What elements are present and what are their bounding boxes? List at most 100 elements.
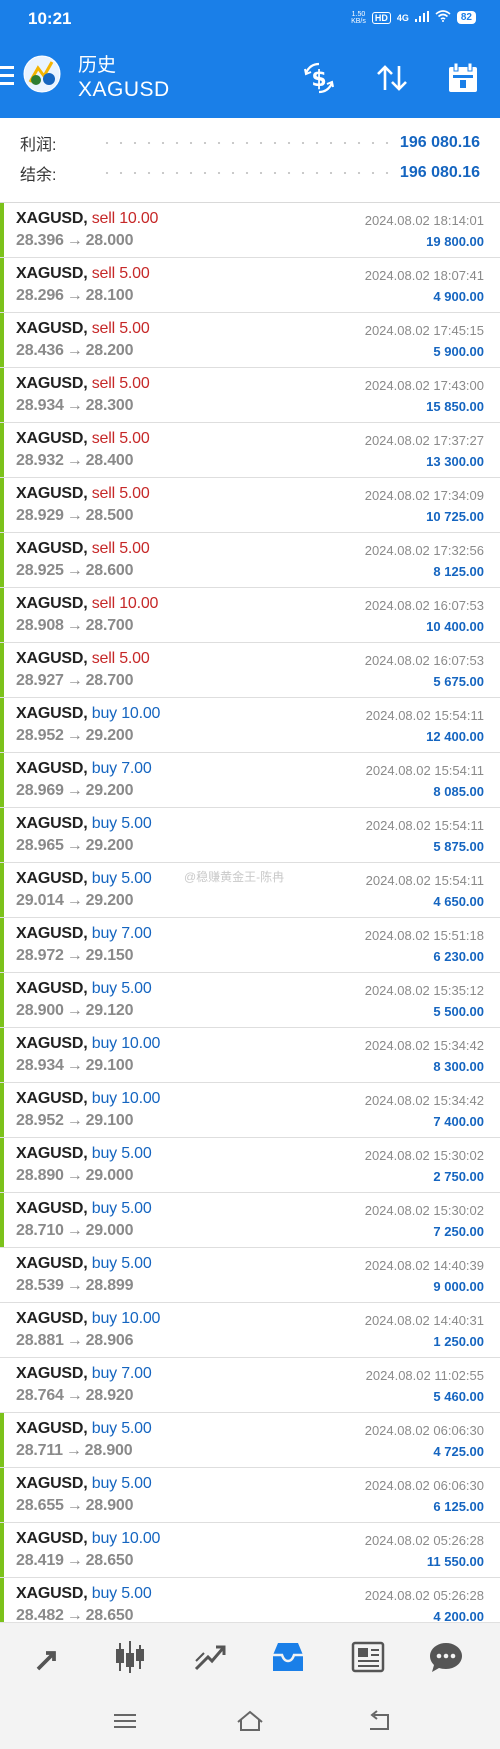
trade-side: buy 10.00 [92,705,161,722]
trade-row[interactable]: XAGUSD, buy 5.00 28.710 → 29.000 2024.08.02 … [0,1193,500,1248]
trade-lots: 5.00 [119,540,150,557]
trade-lots: 7.00 [121,925,152,942]
trade-symbol: XAGUSD, [16,1365,88,1382]
trade-prices: 28.969 → 29.200 [16,782,134,800]
trade-row[interactable]: XAGUSD, sell 5.00 28.932 → 28.400 2024.08.02… [0,423,500,478]
arrow-right-icon: → [66,837,83,854]
status-marker [0,423,4,477]
trade-row[interactable]: XAGUSD, buy 5.00 28.900 → 29.120 2024.08.02 … [0,973,500,1028]
trade-lots: 5.00 [119,265,150,282]
trade-row[interactable]: XAGUSD, sell 10.00 28.908 → 28.700 2024.08.0… [0,588,500,643]
open-price: 28.396 [16,232,64,249]
currency-exchange-icon[interactable]: $ [299,58,339,98]
trade-profit: 5 460.00 [433,1389,484,1404]
trade-type: buy [91,1200,117,1217]
wifi-icon [435,10,451,25]
trade-time: 2024.08.02 15:34:42 [364,1038,484,1053]
trade-lots: 5.00 [121,1200,152,1217]
trade-lots: 5.00 [121,1475,152,1492]
arrow-right-icon: → [66,507,83,524]
trade-symbol: XAGUSD, [16,1310,88,1327]
status-marker [0,808,4,862]
trade-row[interactable]: XAGUSD, buy 5.00 28.655 → 28.900 2024.08.02 … [0,1468,500,1523]
trade-lots: 10.00 [119,595,159,612]
trade-time: 2024.08.02 15:51:18 [364,928,484,943]
trade-type: buy [91,870,117,887]
trade-row[interactable]: XAGUSD, sell 10.00 28.396 → 28.000 2024.08.0… [0,203,500,258]
news-icon[interactable] [346,1635,390,1679]
close-price: 28.906 [85,1332,134,1349]
trade-type: buy [91,760,117,777]
profit-row: 利润: 196 080.16 [20,128,480,158]
trade-time: 2024.08.02 06:06:30 [364,1478,484,1493]
trade-row[interactable]: XAGUSD, sell 5.00 28.436 → 28.200 2024.08.02… [0,313,500,368]
trade-title: XAGUSD, buy 10.00 [16,1035,160,1053]
trade-side: buy 7.00 [92,760,152,777]
trade-prices: 28.396 → 28.000 [16,232,134,250]
trade-symbol: XAGUSD, [16,760,88,777]
open-price: 28.929 [16,507,64,524]
trade-prices: 28.539 → 28.899 [16,1277,134,1295]
trade-row[interactable]: XAGUSD, buy 10.00 28.952 → 29.100 2024.08.02… [0,1083,500,1138]
trade-row[interactable]: XAGUSD, buy 10.00 28.419 → 28.650 2024.08.02… [0,1523,500,1578]
trade-row[interactable]: XAGUSD, buy 5.00 28.965 → 29.200 2024.08.02 … [0,808,500,863]
trade-time: 2024.08.02 17:45:15 [364,323,484,338]
trade-type: buy [91,705,117,722]
open-price: 28.539 [16,1277,64,1294]
trade-profit: 13 300.00 [426,454,484,469]
trade-title: XAGUSD, sell 5.00 [16,320,150,338]
trade-row[interactable]: XAGUSD, buy 10.00 28.952 → 29.200 2024.08.02… [0,698,500,753]
trade-row[interactable]: XAGUSD, sell 5.00 28.927 → 28.700 2024.08.02… [0,643,500,698]
trade-row[interactable]: XAGUSD, buy 5.00 28.890 → 29.000 2024.08.02 … [0,1138,500,1193]
messages-icon[interactable] [424,1635,468,1679]
open-price: 29.014 [16,892,64,909]
close-price: 28.000 [85,232,134,249]
chart-icon[interactable] [108,1635,152,1679]
trade-row[interactable]: XAGUSD, buy 5.00 28.539 → 28.899 2024.08.02 … [0,1248,500,1303]
trade-lots: 7.00 [121,1365,152,1382]
trade-title: XAGUSD, buy 5.00 [16,1145,152,1163]
trade-type: buy [91,1585,117,1602]
trade-prices: 28.900 → 29.120 [16,1002,134,1020]
close-price: 28.920 [85,1387,134,1404]
trade-row[interactable]: XAGUSD, sell 5.00 28.296 → 28.100 2024.08.02… [0,258,500,313]
trade-type: sell [91,265,115,282]
trade-side: buy 5.00 [92,870,152,887]
calendar-icon[interactable] [443,58,483,98]
sort-icon[interactable] [372,58,412,98]
history-icon[interactable] [266,1635,310,1679]
trade-row[interactable]: XAGUSD, buy 7.00 28.764 → 28.920 2024.08.02 … [0,1358,500,1413]
trade-type: buy [91,1420,117,1437]
quotes-icon[interactable] [28,1635,72,1679]
trade-profit: 4 650.00 [433,894,484,909]
trade-side: sell 10.00 [92,210,159,227]
home-icon[interactable] [235,1706,265,1736]
trade-row[interactable]: XAGUSD, sell 5.00 28.934 → 28.300 2024.08.02… [0,368,500,423]
back-icon[interactable] [364,1706,394,1736]
recent-apps-icon[interactable] [110,1706,140,1736]
trade-prices: 28.655 → 28.900 [16,1497,134,1515]
trade-symbol: XAGUSD, [16,1090,88,1107]
trade-row[interactable]: XAGUSD, buy 10.00 28.934 → 29.100 2024.08.02… [0,1028,500,1083]
status-marker [0,478,4,532]
watermark: @稳赚黄金王-陈冉 [184,870,285,884]
trade-time: 2024.08.02 17:34:09 [364,488,484,503]
trade-row[interactable]: XAGUSD, buy 10.00 28.881 → 28.906 2024.08.02… [0,1303,500,1358]
trade-row[interactable]: XAGUSD, sell 5.00 28.929 → 28.500 2024.08.02… [0,478,500,533]
trade-row[interactable]: XAGUSD, buy 5.00 28.711 → 28.900 2024.08.02 … [0,1413,500,1468]
close-price: 28.100 [85,287,134,304]
trade-title: XAGUSD, buy 7.00 [16,1365,152,1383]
menu-icon[interactable] [0,66,14,86]
trade-icon[interactable] [188,1635,232,1679]
arrow-right-icon: → [66,1332,83,1349]
trade-type: buy [91,925,117,942]
trade-prices: 28.972 → 29.150 [16,947,134,965]
trade-time: 2024.08.02 15:30:02 [364,1203,484,1218]
trade-row[interactable]: XAGUSD, sell 5.00 28.925 → 28.600 2024.08.02… [0,533,500,588]
trade-type: sell [91,375,115,392]
status-marker [0,588,4,642]
trade-row[interactable]: XAGUSD, buy 7.00 28.969 → 29.200 2024.08.02 … [0,753,500,808]
trade-type: buy [91,1475,117,1492]
status-marker [0,1028,4,1082]
trade-row[interactable]: XAGUSD, buy 7.00 28.972 → 29.150 2024.08.02 … [0,918,500,973]
